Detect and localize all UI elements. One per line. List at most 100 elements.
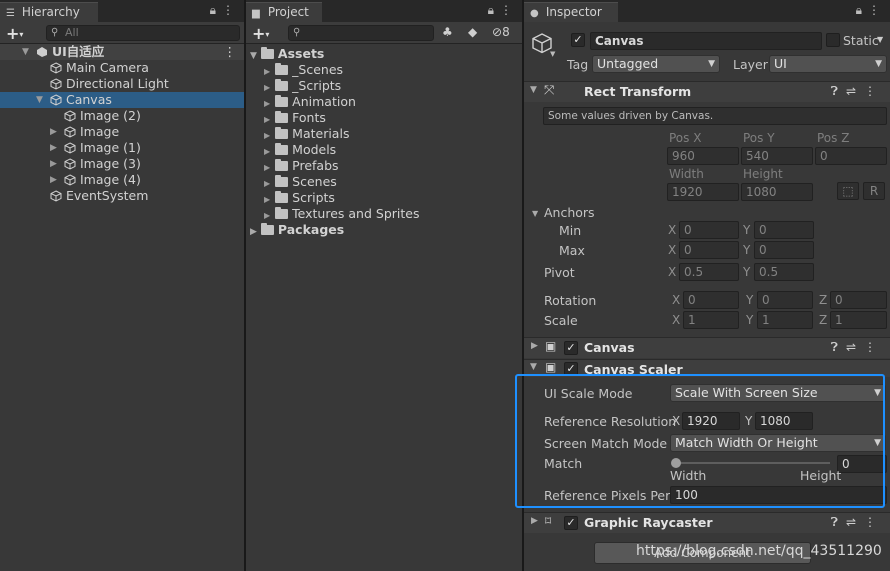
object-name-field[interactable]: Canvas xyxy=(590,32,822,50)
graphic-raycaster-title: Graphic Raycaster xyxy=(584,515,713,530)
canvas-enabled-checkbox[interactable]: ✓ xyxy=(564,341,578,355)
match-slider-track[interactable] xyxy=(675,462,830,464)
asset-folder[interactable]: ▶ Fonts xyxy=(264,110,326,126)
lock-icon[interactable]: 🔒︎ xyxy=(210,3,222,17)
asset-folder[interactable]: ▶ Prefabs xyxy=(264,158,339,174)
lock-icon[interactable]: 🔒︎ xyxy=(488,3,500,17)
expand-arrow-icon[interactable]: ▼ xyxy=(36,92,43,108)
expand-arrow-icon[interactable]: ▼ xyxy=(530,362,537,372)
collapsed-arrow-icon[interactable]: ▶ xyxy=(264,115,270,124)
rect-transform-header[interactable]: ▼ ⤧ Rect Transform ❓︎⇌⋮ xyxy=(524,81,890,102)
more-menu-icon[interactable]: ⋮ xyxy=(868,3,886,17)
expand-arrow-icon[interactable]: ▼ xyxy=(22,44,29,60)
hierarchy-item[interactable]: ▼ Canvas xyxy=(0,92,244,108)
project-search-input[interactable]: ⚲ xyxy=(288,25,434,41)
tab-hierarchy[interactable]: ☰ Hierarchy xyxy=(0,2,98,22)
expand-arrow-icon[interactable]: ▼ xyxy=(250,51,257,61)
asset-folder[interactable]: ▶ _Scripts xyxy=(264,78,341,94)
collapsed-arrow-icon[interactable]: ▶ xyxy=(531,516,538,526)
match-value-field[interactable]: 0 xyxy=(837,455,887,473)
more-menu-icon[interactable]: ⋮ xyxy=(864,84,884,98)
more-menu-icon[interactable]: ⋮ xyxy=(864,515,884,529)
expand-arrow-icon[interactable]: ▼ xyxy=(530,85,537,95)
collapsed-arrow-icon[interactable]: ▶ xyxy=(264,67,270,76)
more-menu-icon[interactable]: ⋮ xyxy=(500,3,518,17)
hierarchy-item[interactable]: ▶ Image (3) xyxy=(0,156,244,172)
collapsed-arrow-icon[interactable]: ▶ xyxy=(531,341,538,351)
collapsed-arrow-icon[interactable]: ▶ xyxy=(264,83,270,92)
hidden-packages-icon[interactable]: ⊘8 xyxy=(492,25,510,39)
asset-folder[interactable]: ▶ _Scenes xyxy=(264,62,343,78)
match-slider-handle[interactable] xyxy=(671,458,681,468)
canvas-scaler-header[interactable]: ▼ ▣ ✓ Canvas Scaler xyxy=(524,359,890,377)
tag-dropdown[interactable]: Untagged ▼ xyxy=(592,55,720,73)
collapsed-arrow-icon[interactable]: ▶ xyxy=(264,99,270,108)
collapsed-arrow-icon[interactable]: ▶ xyxy=(264,131,270,140)
asset-folder[interactable]: ▶ Scripts xyxy=(264,190,335,206)
hierarchy-item[interactable]: Main Camera xyxy=(0,60,244,76)
hierarchy-item[interactable]: ▶ Image (4) xyxy=(0,172,244,188)
reference-ppu-field[interactable]: 100 xyxy=(670,486,887,504)
collapsed-arrow-icon[interactable]: ▶ xyxy=(264,147,270,156)
asset-folder[interactable]: ▶ Scenes xyxy=(264,174,337,190)
icon-dropdown-arrow-icon[interactable]: ▼ xyxy=(550,50,555,58)
asset-folder[interactable]: ▶ Materials xyxy=(264,126,349,142)
collapsed-arrow-icon[interactable]: ▶ xyxy=(250,227,257,237)
collapsed-arrow-icon[interactable]: ▶ xyxy=(50,140,57,156)
ref-y-field[interactable]: 1080 xyxy=(755,412,813,430)
hierarchy-item[interactable]: EventSystem xyxy=(0,188,244,204)
filter-by-label-icon[interactable]: ◆ xyxy=(468,25,477,39)
asset-folder[interactable]: ▶ Animation xyxy=(264,94,356,110)
collapsed-arrow-icon[interactable]: ▶ xyxy=(50,124,57,140)
preset-icon[interactable]: ⇌ xyxy=(846,84,864,98)
asset-folder[interactable]: ▶ Models xyxy=(264,142,336,158)
ref-x-field[interactable]: 1920 xyxy=(682,412,740,430)
raycaster-enabled-checkbox[interactable]: ✓ xyxy=(564,516,578,530)
hierarchy-search-input[interactable]: ⚲ All xyxy=(46,25,240,41)
collapsed-arrow-icon[interactable]: ▶ xyxy=(264,195,270,204)
layer-dropdown[interactable]: UI ▼ xyxy=(769,55,887,73)
help-icon[interactable]: ❓︎ xyxy=(831,84,846,98)
tab-inspector[interactable]: ● Inspector xyxy=(524,2,618,22)
canvas-component-header[interactable]: ▶ ▣ ✓ Canvas ❓︎⇌⋮ xyxy=(524,337,890,358)
hierarchy-scene-root[interactable]: ▼ UI自适应 ⋮ xyxy=(0,44,244,60)
preset-icon[interactable]: ⇌ xyxy=(846,340,864,354)
collapsed-arrow-icon[interactable]: ▶ xyxy=(264,179,270,188)
pos-z-field[interactable]: 0 xyxy=(815,147,887,165)
screen-match-mode-dropdown[interactable]: Match Width Or Height ▼ xyxy=(670,434,886,452)
filter-by-type-icon[interactable]: ♣ xyxy=(442,25,453,39)
collapsed-arrow-icon[interactable]: ▶ xyxy=(50,156,57,172)
help-icon[interactable]: ❓︎ xyxy=(831,340,846,354)
hierarchy-item[interactable]: ▶Image (2) xyxy=(0,108,244,124)
hierarchy-item-label: Image xyxy=(80,124,120,139)
more-menu-icon[interactable]: ⋮ xyxy=(224,44,237,60)
static-dropdown-arrow-icon[interactable]: ▼ xyxy=(877,35,883,44)
project-tab-label: Project xyxy=(267,5,309,19)
hierarchy-item-label: Main Camera xyxy=(66,60,149,75)
create-button[interactable]: +▾ xyxy=(6,24,23,43)
lock-icon[interactable]: 🔒︎ xyxy=(856,3,868,17)
pivot-label: Pivot xyxy=(544,265,575,280)
anchors-arrow-icon[interactable]: ▼ xyxy=(532,209,538,218)
more-menu-icon[interactable]: ⋮ xyxy=(864,340,884,354)
active-checkbox[interactable]: ✓ xyxy=(571,33,585,47)
hierarchy-item[interactable]: ▶ Image (1) xyxy=(0,140,244,156)
collapsed-arrow-icon[interactable]: ▶ xyxy=(264,211,270,220)
more-menu-icon[interactable]: ⋮ xyxy=(222,3,240,17)
collapsed-arrow-icon[interactable]: ▶ xyxy=(50,172,57,188)
assets-folder[interactable]: ▼ Assets xyxy=(250,46,324,62)
create-button[interactable]: +▾ xyxy=(252,24,269,43)
collapsed-arrow-icon[interactable]: ▶ xyxy=(264,163,270,172)
ui-scale-mode-dropdown[interactable]: Scale With Screen Size ▼ xyxy=(670,384,886,402)
graphic-raycaster-header[interactable]: ▶ ⌑ ✓ Graphic Raycaster ❓︎⇌⋮ xyxy=(524,512,890,533)
preset-icon[interactable]: ⇌ xyxy=(846,515,864,529)
static-checkbox[interactable] xyxy=(826,33,840,47)
hierarchy-item[interactable]: Directional Light xyxy=(0,76,244,92)
scaler-enabled-checkbox[interactable]: ✓ xyxy=(564,362,578,376)
packages-folder[interactable]: ▶ Packages xyxy=(250,222,344,238)
canvas-scaler-title: Canvas Scaler xyxy=(584,362,683,377)
hierarchy-item[interactable]: ▶ Image xyxy=(0,124,244,140)
help-icon[interactable]: ❓︎ xyxy=(831,515,846,529)
tab-project[interactable]: ▆ Project xyxy=(246,2,322,22)
asset-folder[interactable]: ▶ Textures and Sprites xyxy=(264,206,419,222)
